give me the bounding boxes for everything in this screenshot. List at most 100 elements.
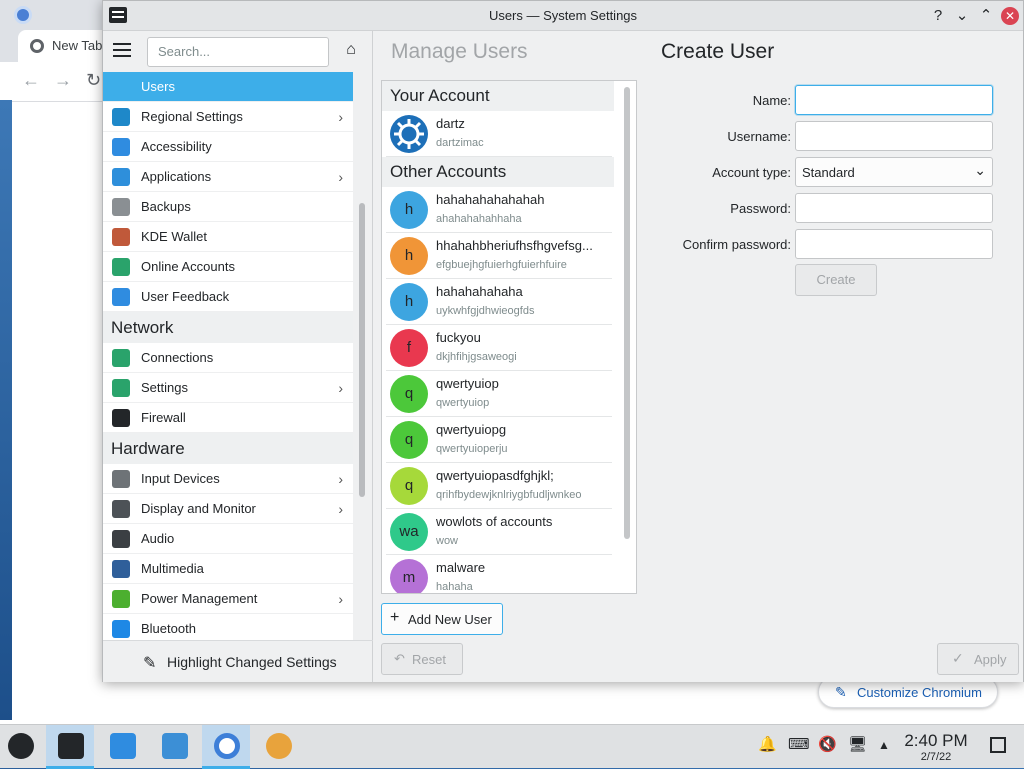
sidebar-item-label: Input Devices (141, 471, 220, 486)
account-list: Your Account dartz dartzimac Other Accou… (381, 80, 637, 594)
close-button[interactable]: ✕ (1001, 7, 1019, 25)
users-icon (112, 78, 130, 96)
chevron-right-icon: › (338, 169, 343, 185)
window-titlebar[interactable]: Users — System Settings ? ⌄ ⌃ ✕ (103, 1, 1023, 31)
account-item[interactable]: q qwertyuiopg qwertyuioperju (386, 417, 612, 463)
account-item[interactable]: f fuckyou dkjhfihjgsaweogi (386, 325, 612, 371)
account-item[interactable]: h hahahahahaha uykwhfgjdhwieogfds (386, 279, 612, 325)
clock-time: 2:40 PM (904, 731, 968, 750)
application-launcher-button[interactable] (0, 725, 48, 769)
sidebar-item-accessibility[interactable]: Accessibility (103, 132, 353, 162)
apply-button[interactable]: ✓ Apply (937, 643, 1019, 675)
taskbar-file-manager[interactable] (150, 725, 198, 769)
account-login: dartzimac (436, 137, 484, 149)
sidebar-item-connections[interactable]: Connections (103, 343, 353, 373)
sidebar-item-label: Accessibility (141, 139, 212, 154)
pencil-icon: ✎ (835, 684, 847, 700)
sidebar-item-label: Settings (141, 380, 188, 395)
your-account-item[interactable]: dartz dartzimac (386, 111, 612, 157)
sidebar-item-applications[interactable]: Applications › (103, 162, 353, 192)
avatar: h (390, 237, 428, 275)
reset-button[interactable]: ↶ Reset (381, 643, 463, 675)
account-list-scrollbar[interactable] (624, 87, 630, 539)
applications-icon (112, 168, 130, 186)
help-button[interactable]: ? (927, 5, 949, 27)
sidebar-item-label: Users (141, 79, 175, 94)
account-type-select[interactable]: Standard ⌄ (795, 157, 993, 187)
account-name: hhahahbheriufhsfhgvefsg... (436, 238, 593, 253)
volume-muted-icon[interactable]: 🔇 (818, 735, 837, 753)
connections-icon (112, 349, 130, 367)
account-item[interactable]: h hhahahbheriufhsfhgvefsg... efgbuejhgfuie… (386, 233, 612, 279)
back-arrow-icon[interactable]: ← (22, 70, 40, 91)
reload-icon[interactable]: ↻ (86, 70, 101, 91)
taskbar: 🔔 ⌨ 🔇 🖥 ▲ 2:40 PM 2/7/22 (0, 724, 1024, 769)
sidebar-item-label: Power Management (141, 591, 258, 606)
taskbar-chromium[interactable] (202, 725, 250, 769)
hamburger-menu-icon[interactable] (113, 43, 135, 59)
taskbar-discover[interactable] (98, 725, 146, 769)
customize-chromium-label: Customize Chromium (857, 685, 982, 700)
sidebar-item-bluetooth[interactable]: Bluetooth (103, 614, 353, 640)
backups-icon (112, 198, 130, 216)
sidebar-item-label: Multimedia (141, 561, 204, 576)
notifications-icon[interactable]: 🔔 (758, 735, 777, 753)
show-desktop-icon[interactable] (990, 737, 1006, 753)
sidebar-item-settings[interactable]: Settings › (103, 373, 353, 403)
digital-clock[interactable]: 2:40 PM 2/7/22 (900, 731, 972, 763)
account-item[interactable]: q qwertyuiop qwertyuiop (386, 371, 612, 417)
sidebar-scrollbar[interactable] (359, 203, 365, 497)
home-icon[interactable]: ⌂ (341, 41, 361, 61)
password-field[interactable] (795, 193, 993, 223)
sidebar-item-audio[interactable]: Audio (103, 524, 353, 554)
keyboard-icon[interactable]: ⌨ (788, 735, 810, 753)
account-item[interactable]: m malware hahaha (386, 555, 612, 593)
account-item[interactable]: wa wowlots of accounts wow (386, 509, 612, 555)
manage-users-heading: Manage Users (391, 40, 528, 63)
account-item[interactable]: h hahahahahahahah ahahahahahhaha (386, 187, 612, 233)
account-type-value: Standard (802, 165, 855, 180)
account-name: hahahahahaha (436, 284, 523, 299)
confirm-password-field[interactable] (795, 229, 993, 259)
account-login: qwertyuioperju (436, 443, 508, 455)
other-accounts-header: Other Accounts (382, 157, 614, 187)
desktop-wallpaper-strip (0, 100, 12, 720)
sidebar-item-firewall[interactable]: Firewall (103, 403, 353, 433)
forward-arrow-icon[interactable]: → (54, 70, 72, 91)
account-login: uykwhfgjdhwieogfds (436, 305, 535, 317)
kde-wallet-icon (112, 228, 130, 246)
folder-icon (162, 733, 188, 759)
sidebar-item-multimedia[interactable]: Multimedia (103, 554, 353, 584)
add-new-user-label: Add New User (408, 612, 492, 627)
highlight-changed-settings-button[interactable]: ✎ Highlight Changed Settings (103, 640, 373, 682)
search-input[interactable]: Search... (147, 37, 329, 67)
reset-label: Reset (412, 652, 446, 667)
sidebar-item-power-management[interactable]: Power Management › (103, 584, 353, 614)
username-field[interactable] (795, 121, 993, 151)
tray-expand-icon[interactable]: ▲ (878, 738, 890, 752)
sidebar-item-kde-wallet[interactable]: KDE Wallet (103, 222, 353, 252)
taskbar-system-settings[interactable] (46, 725, 94, 769)
sidebar-item-display-and-monitor[interactable]: Display and Monitor › (103, 494, 353, 524)
window-title: Users — System Settings (488, 8, 638, 23)
name-field[interactable] (795, 85, 993, 115)
create-button[interactable]: Create (795, 264, 877, 296)
sidebar-item-input-devices[interactable]: Input Devices › (103, 464, 353, 494)
avatar: h (390, 191, 428, 229)
accessibility-icon (112, 138, 130, 156)
add-new-user-button[interactable]: + Add New User (381, 603, 503, 635)
maximize-button[interactable]: ⌃ (975, 5, 997, 27)
taskbar-update[interactable] (254, 725, 302, 769)
network-icon[interactable]: 🖥 (848, 735, 867, 753)
sidebar-item-regional-settings[interactable]: Regional Settings › (103, 102, 353, 132)
sidebar-item-backups[interactable]: Backups (103, 192, 353, 222)
chevron-right-icon: › (338, 471, 343, 487)
sidebar-category-list: Users Regional Settings › Accessibility Appl… (103, 72, 353, 640)
apply-label: Apply (974, 652, 1007, 667)
minimize-button[interactable]: ⌄ (951, 5, 973, 27)
sidebar-item-user-feedback[interactable]: User Feedback (103, 282, 353, 312)
sidebar-item-online-accounts[interactable]: Online Accounts (103, 252, 353, 282)
browser-tab-label: New Tab (52, 38, 103, 53)
account-item[interactable]: q qwertyuiopasdfghjkl; qrihfbydewjknlriygb… (386, 463, 612, 509)
sidebar-item-users[interactable]: Users (103, 72, 353, 102)
